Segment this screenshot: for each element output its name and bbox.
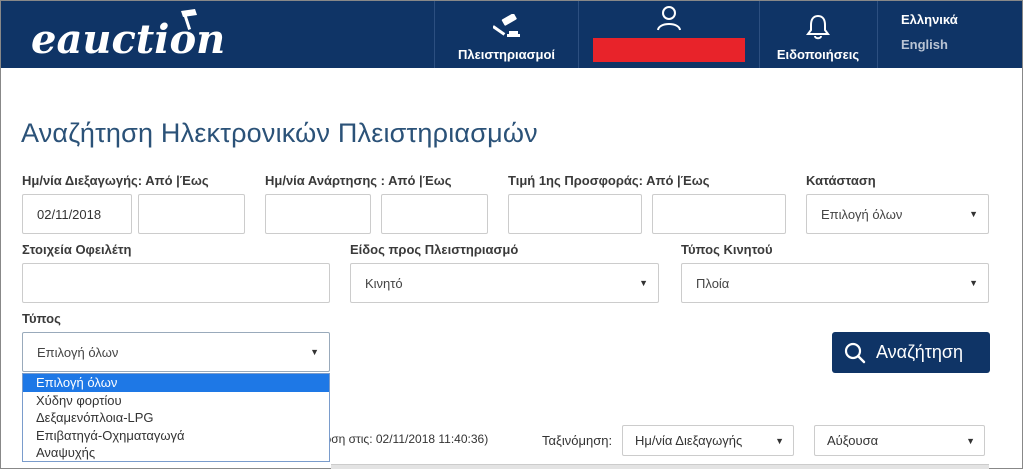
status-select[interactable]: Επιλογή όλων ▼: [806, 194, 989, 234]
sort-order-select[interactable]: Αύξουσα ▼: [814, 425, 985, 456]
debtor-input[interactable]: [22, 263, 330, 303]
bell-icon: [806, 14, 830, 43]
posting-date-to-input[interactable]: [381, 194, 488, 234]
first-bid-label: Τιμή 1ης Προσφοράς: Από |Έως: [508, 173, 710, 188]
movable-type-label: Τύπος Κινητού: [681, 242, 773, 257]
nav-notifications[interactable]: Ειδοποιήσεις: [759, 1, 877, 68]
type-label: Τύπος: [22, 311, 61, 326]
sort-field-select[interactable]: Ημ/νία Διεξαγωγής ▼: [622, 425, 794, 456]
nav-auctions-label: Πλειστηριασμοί: [457, 47, 556, 62]
user-icon: [656, 5, 682, 34]
type-option[interactable]: Επιβατηγά-Οχηματαγωγά: [23, 427, 329, 445]
auction-kind-select-value: Κινητό: [365, 275, 403, 291]
sort-order-value: Αύξουσα: [827, 433, 879, 448]
chevron-down-icon: ▼: [966, 436, 975, 446]
status-select-value: Επιλογή όλων: [821, 206, 903, 222]
posting-date-from-input[interactable]: [265, 194, 371, 234]
first-bid-from-input[interactable]: [508, 194, 642, 234]
results-table-header: [331, 464, 989, 469]
auction-kind-label: Είδος προς Πλειστηριασμό: [350, 242, 519, 257]
chevron-down-icon: ▼: [775, 436, 784, 446]
conduct-date-from-input[interactable]: 02/11/2018: [22, 194, 132, 234]
debtor-label: Στοιχεία Οφειλέτη: [22, 242, 132, 257]
chevron-down-icon: ▼: [969, 278, 978, 288]
auction-kind-select[interactable]: Κινητό ▼: [350, 263, 659, 303]
conduct-date-label: Ημ/νία Διεξαγωγής: Από |Έως: [22, 173, 209, 188]
chevron-down-icon: ▼: [639, 278, 648, 288]
search-icon: [844, 342, 866, 363]
sort-label: Ταξινόμηση:: [542, 433, 613, 448]
type-select-value: Επιλογή όλων: [37, 344, 119, 360]
posting-date-label: Ημ/νία Ανάρτησης : Από |Έως: [265, 173, 452, 188]
first-bid-to-input[interactable]: [652, 194, 786, 234]
type-option[interactable]: Δεξαμενόπλοια-LPG: [23, 409, 329, 427]
nav-auctions[interactable]: Πλειστηριασμοί: [435, 1, 578, 68]
nav-notifications-label: Ειδοποιήσεις: [776, 47, 860, 62]
type-options-list: Επιλογή όλων Χύδην φορτίου Δεξαμενόπλοια…: [22, 373, 330, 462]
type-option[interactable]: Αναψυχής: [23, 444, 329, 462]
results-last-update-text: ρωση στις: 02/11/2018 11:40:36): [315, 432, 489, 446]
top-navigation-bar: eauction Πλειστηριασμοί Ειδοποιήσεις Ελλ…: [1, 1, 1022, 68]
lang-english[interactable]: English: [901, 37, 1022, 52]
type-select[interactable]: Επιλογή όλων ▼: [22, 332, 330, 372]
movable-type-select[interactable]: Πλοία ▼: [681, 263, 989, 303]
search-button[interactable]: Αναζήτηση: [832, 332, 990, 373]
nav-user-account[interactable]: [579, 1, 759, 68]
status-label: Κατάσταση: [806, 173, 876, 188]
eauction-logo[interactable]: eauction: [31, 7, 246, 63]
type-option[interactable]: Χύδην φορτίου: [23, 392, 329, 410]
search-button-label: Αναζήτηση: [876, 342, 963, 362]
sort-field-value: Ημ/νία Διεξαγωγής: [635, 433, 743, 448]
conduct-date-to-input[interactable]: [138, 194, 245, 234]
chevron-down-icon: ▼: [310, 347, 319, 357]
page-title: Αναζήτηση Ηλεκτρονικών Πλειστηριασμών: [21, 118, 538, 148]
logo-wordmark: eauction: [31, 16, 225, 63]
movable-type-select-value: Πλοία: [696, 275, 730, 291]
language-switcher: Ελληνικά English: [878, 1, 1022, 68]
type-option[interactable]: Επιλογή όλων: [23, 374, 329, 392]
lang-greek[interactable]: Ελληνικά: [901, 12, 1022, 27]
redacted-username: [593, 38, 745, 62]
chevron-down-icon: ▼: [969, 209, 978, 219]
gavel-icon: [491, 13, 521, 43]
